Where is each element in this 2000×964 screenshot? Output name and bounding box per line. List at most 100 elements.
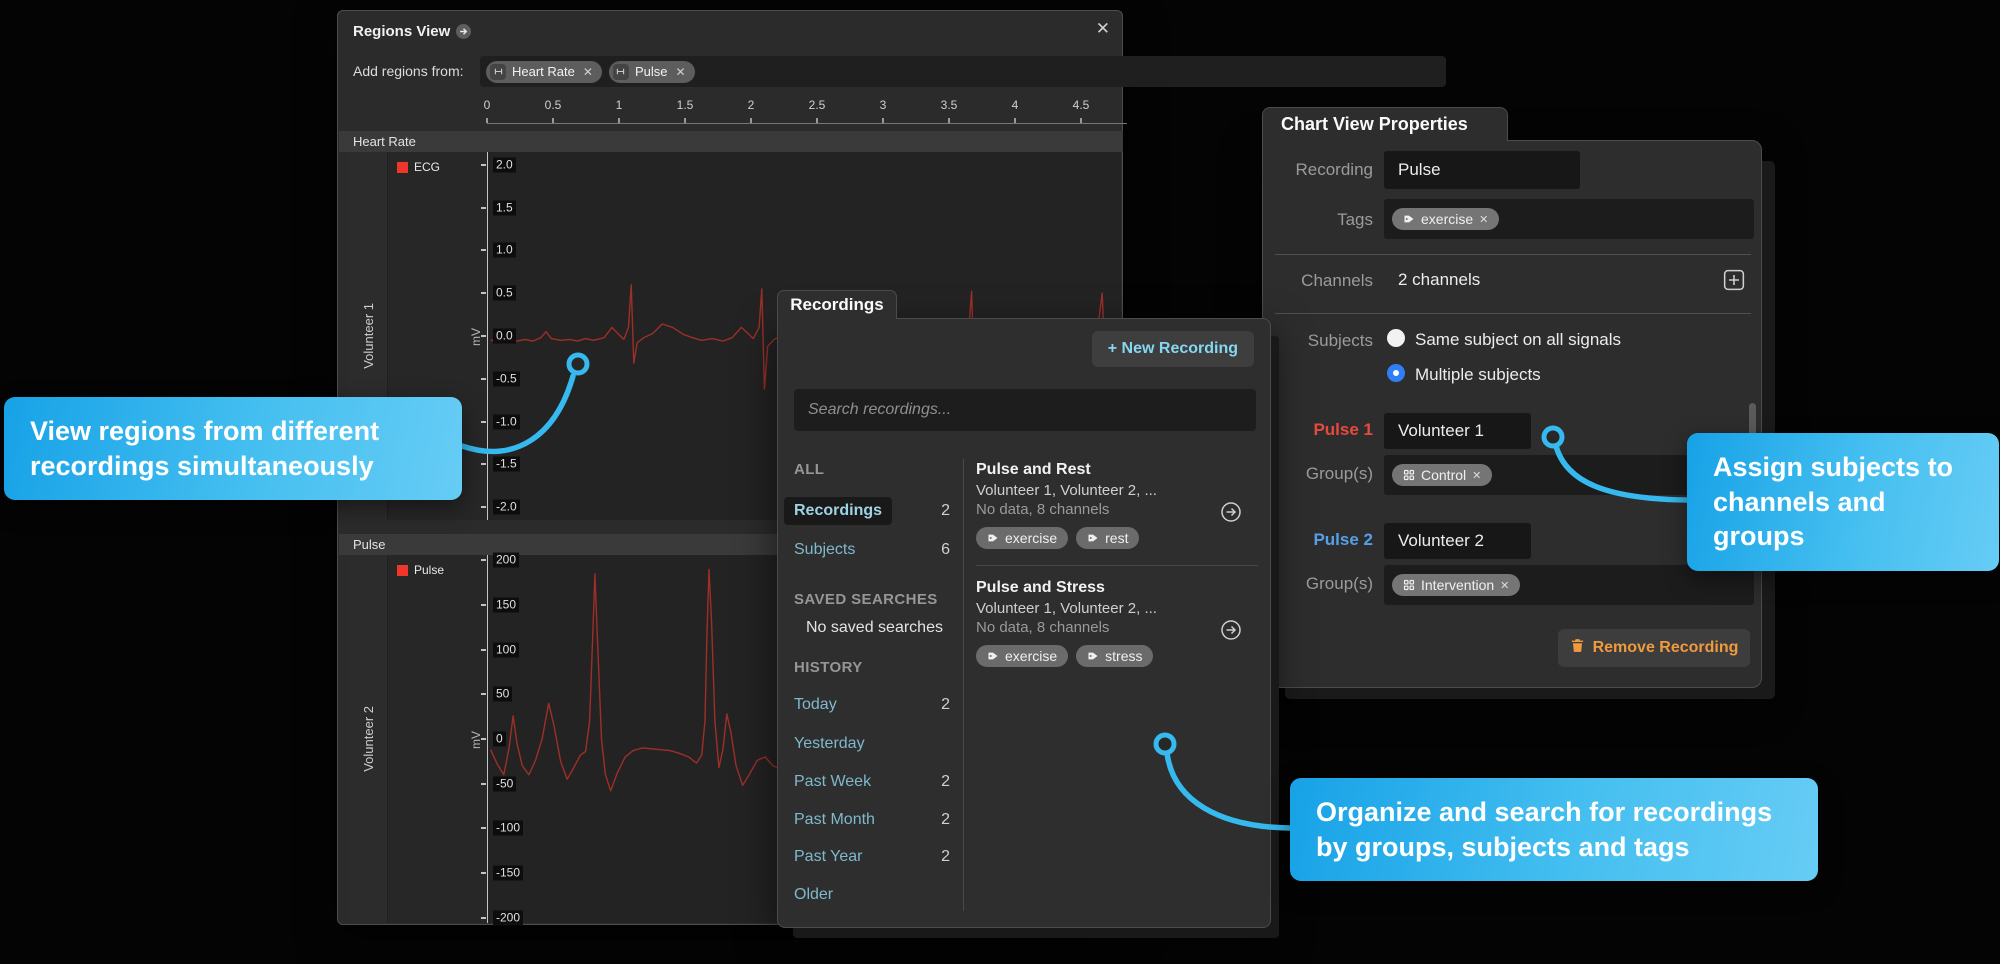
legend-label: Pulse: [414, 563, 444, 577]
sidebar-item-past-month[interactable]: Past Month 2: [794, 811, 950, 829]
y-axis-tick: [481, 827, 486, 829]
sidebar-item-subjects[interactable]: Subjects 6: [794, 541, 950, 559]
remove-group-icon[interactable]: ✕: [1472, 469, 1481, 482]
sidebar-item-past-week[interactable]: Past Week 2: [794, 773, 950, 791]
groups-input[interactable]: Intervention ✕: [1384, 565, 1754, 605]
legend-item[interactable]: Pulse: [397, 563, 487, 577]
timeline-tick-label: 1.5: [677, 98, 694, 112]
y-axis-tick-label: 0.5: [493, 286, 516, 301]
timeline-tick: [1014, 118, 1016, 123]
y-axis-tick-label: -50: [493, 776, 516, 791]
timeline-tick-label: 4.5: [1073, 98, 1090, 112]
new-recording-button[interactable]: + New Recording: [1092, 331, 1254, 367]
remove-tag-icon[interactable]: ✕: [1479, 213, 1488, 226]
remove-group-icon[interactable]: ✕: [1500, 579, 1509, 592]
tag-pill[interactable]: exercise: [976, 527, 1068, 549]
channel-1-subject-input[interactable]: Volunteer 1: [1384, 413, 1531, 449]
sidebar-item-older[interactable]: Older: [794, 886, 950, 904]
add-regions-input[interactable]: Heart Rate ✕ Pulse ✕: [480, 56, 1446, 87]
tab-chart-view-properties[interactable]: Chart View Properties: [1262, 107, 1508, 141]
y-axis-tick: [481, 738, 486, 740]
regions-view-title: Regions View: [353, 23, 450, 40]
region-chip-pulse[interactable]: Pulse ✕: [609, 61, 695, 83]
timeline-tick-label: 0.5: [545, 98, 562, 112]
channels-label: Channels: [1263, 271, 1373, 291]
y-axis-tick: [481, 693, 486, 695]
divider: [1275, 313, 1751, 314]
detach-arrow-icon[interactable]: [456, 24, 471, 39]
y-axis-tick-label: 1.0: [493, 243, 516, 258]
radio-same-subject[interactable]: [1387, 329, 1405, 347]
tags-input[interactable]: exercise ✕: [1384, 199, 1754, 239]
y-axis-tick-label: -1.5: [493, 457, 520, 472]
y-axis-tick: [481, 559, 486, 561]
region-chip-heart-rate[interactable]: Heart Rate ✕: [486, 61, 602, 83]
y-axis-tick: [481, 649, 486, 651]
recording-tags: exercise rest: [976, 527, 1252, 549]
tag-pill[interactable]: rest: [1076, 527, 1139, 549]
recording-meta: No data, 8 channels: [976, 501, 1252, 518]
open-recording-arrow-icon[interactable]: [1220, 501, 1242, 523]
y-axis-tick: [481, 207, 486, 209]
tag-pill[interactable]: exercise: [976, 645, 1068, 667]
tag-pill[interactable]: exercise ✕: [1392, 208, 1499, 230]
y-axis-tick-label: -2.0: [493, 500, 520, 515]
recording-list-item[interactable]: Pulse and Rest Volunteer 1, Volunteer 2,…: [976, 461, 1252, 549]
group-pill[interactable]: Control ✕: [1392, 464, 1492, 486]
y-axis-tick-label: 0.0: [493, 329, 516, 344]
channels-value: 2 channels: [1384, 265, 1480, 295]
channel-2-subject-input[interactable]: Volunteer 2: [1384, 523, 1531, 559]
legend-color-swatch: [397, 565, 408, 576]
add-channel-icon[interactable]: [1723, 269, 1745, 291]
sidebar-item-label[interactable]: Recordings: [784, 497, 892, 525]
tab-recordings[interactable]: Recordings: [777, 290, 897, 319]
recording-subjects: Volunteer 1, Volunteer 2, ...: [976, 600, 1252, 617]
sidebar-item-label[interactable]: Subjects: [794, 541, 855, 559]
timeline-tick: [684, 118, 686, 123]
timeline-tick-label: 4: [1012, 98, 1019, 112]
groups-label: Group(s): [1263, 464, 1373, 484]
region-icon: [490, 64, 506, 80]
sidebar-item-yesterday[interactable]: Yesterday: [794, 735, 950, 753]
remove-chip-icon[interactable]: ✕: [583, 65, 593, 79]
legend-item[interactable]: ECG: [397, 160, 487, 174]
list-divider: [976, 565, 1258, 566]
timeline-tick-label: 1: [616, 98, 623, 112]
y-axis-unit-label: mV: [469, 328, 483, 346]
timeline-tick-label: 3: [880, 98, 887, 112]
y-axis-unit-label: mV: [469, 731, 483, 749]
remove-recording-button[interactable]: Remove Recording: [1558, 629, 1750, 667]
sidebar-item-past-year[interactable]: Past Year 2: [794, 848, 950, 866]
y-axis-tick: [481, 292, 486, 294]
y-axis-tick: [481, 872, 486, 874]
search-input[interactable]: [794, 389, 1256, 431]
sidebar-item-recordings[interactable]: Recordings 2: [794, 497, 950, 525]
recording-input[interactable]: Pulse: [1384, 151, 1580, 189]
y-axis-tick: [481, 335, 486, 337]
timeline-tick-label: 2.5: [809, 98, 826, 112]
y-axis-tick-label: 100: [493, 642, 519, 657]
recording-tags: exercise stress: [976, 645, 1252, 667]
recording-title: Pulse and Stress: [976, 579, 1252, 597]
recording-list-item[interactable]: Pulse and Stress Volunteer 1, Volunteer …: [976, 579, 1252, 667]
region-chip-label: Pulse: [635, 64, 668, 79]
tag-pill[interactable]: stress: [1076, 645, 1153, 667]
timeline-tick: [552, 118, 554, 123]
y-axis-tick: [481, 249, 486, 251]
channel-1-label: Pulse 1: [1263, 420, 1373, 440]
y-axis-tick: [481, 783, 486, 785]
radio-label[interactable]: Same subject on all signals: [1415, 330, 1621, 350]
remove-chip-icon[interactable]: ✕: [675, 65, 685, 79]
subjects-label: Subjects: [1263, 331, 1373, 351]
radio-label[interactable]: Multiple subjects: [1415, 365, 1541, 385]
recording-meta: No data, 8 channels: [976, 619, 1252, 636]
timeline-tick: [816, 118, 818, 123]
section-header-heart-rate: Heart Rate: [339, 131, 1123, 152]
groups-label: Group(s): [1263, 574, 1373, 594]
close-icon[interactable]: ✕: [1096, 19, 1110, 39]
legend-label: ECG: [414, 160, 440, 174]
open-recording-arrow-icon[interactable]: [1220, 619, 1242, 641]
group-pill[interactable]: Intervention ✕: [1392, 574, 1520, 596]
sidebar-item-today[interactable]: Today 2: [794, 696, 950, 714]
radio-multiple-subjects[interactable]: [1387, 364, 1405, 382]
